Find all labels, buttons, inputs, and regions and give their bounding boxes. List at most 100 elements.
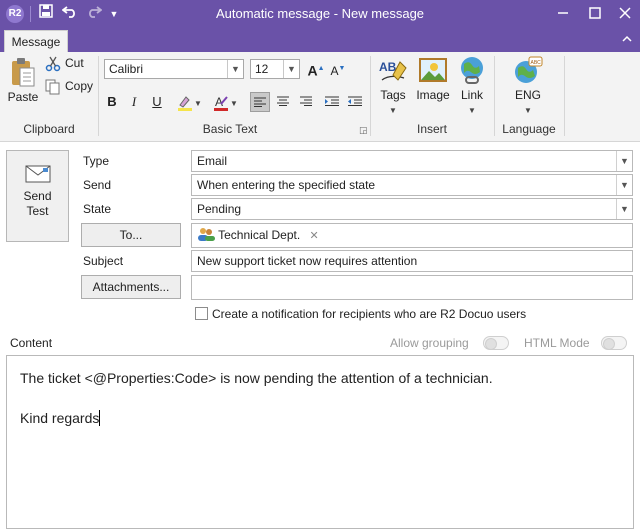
envelope-icon (25, 165, 50, 183)
image-button[interactable]: Image (414, 56, 452, 102)
cut-button[interactable]: Cut (45, 56, 84, 72)
state-select[interactable]: Pending ▼ (191, 198, 633, 220)
collapse-ribbon-icon[interactable] (622, 32, 632, 46)
save-icon[interactable] (36, 4, 56, 24)
type-value: Email (197, 154, 228, 168)
close-button[interactable] (610, 0, 640, 28)
align-center-button[interactable] (273, 92, 293, 112)
language-group-label: Language (502, 122, 556, 136)
undo-icon[interactable] (60, 4, 80, 24)
recipient-name: Technical Dept. (218, 228, 301, 242)
send-select[interactable]: When entering the specified state ▼ (191, 174, 633, 196)
bold-button[interactable]: B (102, 92, 122, 112)
chevron-down-icon: ▼ (194, 99, 202, 108)
font-color-icon: A (214, 95, 229, 111)
underline-button[interactable]: U (147, 92, 167, 112)
font-size-value: 12 (255, 62, 269, 76)
align-right-button[interactable] (296, 92, 316, 112)
to-button[interactable]: To... (81, 223, 181, 247)
copy-button[interactable]: Copy (45, 79, 93, 95)
remove-recipient-icon[interactable]: ✕ (310, 230, 319, 242)
paste-button[interactable]: Paste (6, 56, 40, 104)
font-family-value: Calibri (109, 62, 144, 76)
svg-text:AB: AB (379, 60, 397, 74)
scissors-icon (45, 56, 61, 72)
language-button[interactable]: ABC ENG ▼ (508, 56, 548, 116)
language-label: ENG (514, 88, 541, 102)
insert-group-label: Insert (416, 122, 447, 136)
svg-text:ABC: ABC (531, 60, 542, 66)
chevron-down-icon: ▼ (524, 106, 532, 115)
maximize-button[interactable] (580, 0, 610, 28)
send-label: Send (83, 178, 112, 192)
subject-label: Subject (83, 254, 124, 268)
align-right-icon (300, 96, 312, 106)
divider (564, 56, 565, 136)
copy-label: Copy (65, 79, 94, 94)
indent-button[interactable] (322, 92, 342, 112)
ribbon: Paste Cut Copy Clipboard Calibri ▼ 12 ▼ … (0, 52, 640, 142)
notify-checkbox[interactable] (195, 307, 208, 320)
send-test-label: Send Test (23, 189, 52, 218)
tags-icon: AB (379, 60, 407, 81)
content-line: Kind regards (20, 410, 100, 426)
chevron-down-icon: ▼ (230, 99, 238, 108)
grow-font-icon: A (307, 62, 318, 79)
copy-icon (45, 79, 60, 95)
chevron-down-icon: ▼ (389, 106, 397, 115)
chevron-down-icon: ▼ (227, 60, 243, 78)
dialog-launcher-icon[interactable]: ◲ (359, 125, 368, 136)
grow-font-button[interactable]: A▲ (306, 59, 326, 79)
font-color-button[interactable]: A ▼ (208, 92, 242, 112)
image-icon (419, 58, 447, 82)
paste-label: Paste (7, 90, 39, 104)
divider (30, 6, 31, 22)
align-left-button[interactable] (250, 92, 270, 112)
text-caret (99, 410, 101, 426)
html-mode-toggle[interactable] (601, 336, 627, 350)
html-mode-label: HTML Mode (524, 336, 590, 350)
subject-input[interactable]: New support ticket now requires attentio… (191, 250, 633, 272)
paste-icon (12, 58, 35, 87)
tags-button[interactable]: AB Tags ▼ (374, 56, 412, 116)
chevron-down-icon: ▼ (468, 106, 476, 115)
outdent-button[interactable] (345, 92, 365, 112)
tab-message[interactable]: Message (4, 30, 68, 52)
message-form: Send Test Type Email ▼ Send When enterin… (0, 142, 640, 530)
attachments-field[interactable] (191, 275, 633, 300)
ribbon-tabs: Message (0, 28, 640, 52)
type-label: Type (83, 154, 110, 168)
highlight-color-button[interactable]: ▼ (172, 92, 206, 112)
recipients-field[interactable]: Technical Dept. ✕ (191, 223, 633, 248)
attachments-button[interactable]: Attachments... (81, 275, 181, 299)
highlighter-icon (178, 95, 193, 111)
cut-label: Cut (65, 56, 84, 71)
indent-icon (325, 96, 339, 106)
content-editor[interactable]: The ticket <@Properties:Code> is now pen… (6, 355, 634, 529)
chevron-down-icon: ▼ (616, 175, 632, 195)
link-label: Link (460, 88, 483, 102)
outdent-icon (348, 96, 362, 106)
chevron-down-icon: ▼ (616, 151, 632, 171)
redo-icon[interactable] (84, 4, 104, 24)
allow-grouping-toggle[interactable] (483, 336, 509, 350)
link-button[interactable]: Link ▼ (454, 56, 490, 116)
italic-button[interactable]: I (124, 92, 144, 112)
send-test-button[interactable]: Send Test (6, 150, 69, 242)
content-label: Content (10, 336, 53, 350)
title-bar: R2 ▼ Automatic message - New message (0, 0, 640, 28)
content-line: The ticket <@Properties:Code> is now pen… (20, 370, 493, 386)
font-family-select[interactable]: Calibri ▼ (104, 59, 244, 79)
recipient-chip: Technical Dept. ✕ (197, 224, 319, 248)
minimize-button[interactable] (548, 0, 578, 28)
state-label: State (83, 202, 112, 216)
send-value: When entering the specified state (197, 178, 376, 192)
type-select[interactable]: Email ▼ (191, 150, 633, 172)
tags-label: Tags (380, 88, 406, 102)
font-size-select[interactable]: 12 ▼ (250, 59, 300, 79)
shrink-font-icon: A (330, 64, 339, 78)
shrink-font-button[interactable]: A▼ (328, 59, 348, 79)
basic-text-group-label: Basic Text (202, 122, 258, 136)
group-users-icon (198, 228, 215, 241)
customize-toolbar-icon[interactable]: ▼ (104, 4, 124, 24)
